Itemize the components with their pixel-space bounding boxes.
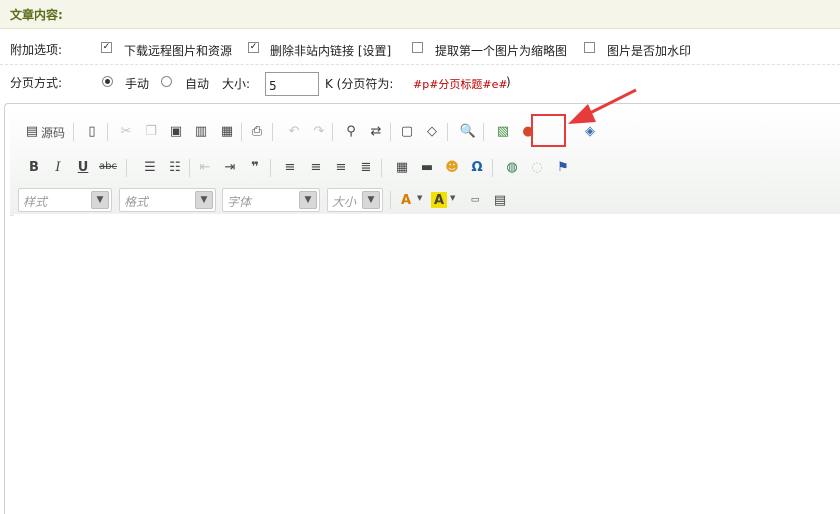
annotation-arrow-icon — [568, 88, 637, 124]
